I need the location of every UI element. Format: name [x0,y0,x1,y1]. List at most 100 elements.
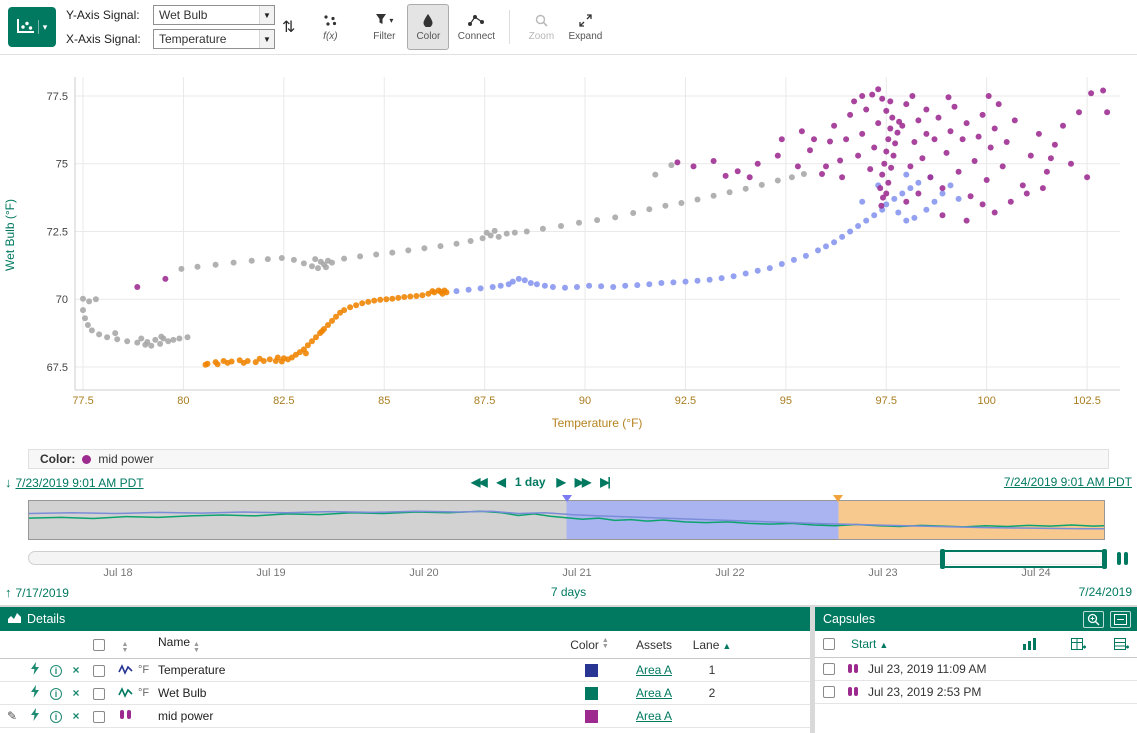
start-column-header[interactable]: Start▲ [851,637,888,651]
capsule-icon [847,663,860,675]
condition-icon [112,708,138,724]
dropdown-arrow-icon: ▼ [259,30,274,48]
capsules-select-all-checkbox[interactable] [823,638,835,650]
assets-column-header[interactable]: Assets [614,638,684,652]
row-checkbox[interactable] [93,688,105,700]
color-swatch[interactable] [585,710,598,723]
add-column-icon[interactable] [1071,638,1086,650]
x-axis-title: Temperature (°F) [552,416,643,430]
display-range-selector[interactable] [941,550,1106,568]
svg-text:87.5: 87.5 [474,395,495,407]
step-back-fast-button[interactable]: ◀◀ [471,475,485,489]
color-column-header[interactable]: Color [570,638,599,652]
sort-name-control[interactable]: ▲▼ [193,642,200,654]
step-to-end-button[interactable]: ▶| [600,475,609,489]
display-start-link[interactable]: 7/23/2019 9:01 AM PDT [16,476,144,490]
row-checkbox[interactable] [93,711,105,723]
bolt-icon[interactable] [24,708,46,724]
info-icon[interactable]: i [50,688,62,700]
connect-button[interactable]: Connect [451,4,501,50]
scatter-plot[interactable]: 67.57072.57577.577.58082.58587.59092.595… [0,55,1137,447]
remove-icon[interactable]: × [66,686,86,700]
investigate-timeline[interactable] [28,500,1105,540]
capsule-icon [847,686,860,698]
asset-link[interactable]: Area A [636,663,672,677]
sort-color-control[interactable]: ▲▼ [602,638,609,652]
step-forward-button[interactable]: ▶ [557,475,564,489]
svg-text:77.5: 77.5 [47,91,68,103]
item-name: mid power [158,709,568,723]
capsule-time-icon[interactable] [1023,638,1037,650]
collapse-panel-button[interactable] [1110,611,1131,628]
capsule-marker-blue[interactable] [562,495,572,502]
scatterplot-icon [17,18,35,37]
y-axis-title: Wet Bulb (°F) [3,199,17,271]
asset-link[interactable]: Area A [636,709,672,723]
x-axis-signal-select[interactable]: Temperature ▼ [153,29,275,49]
range-grip-left[interactable] [940,549,945,569]
magnifier-icon [535,13,548,28]
step-forward-fast-button[interactable]: ▶▶ [575,475,589,489]
bolt-icon[interactable] [24,662,46,678]
investigate-start-link[interactable]: 7/17/2019 [16,586,69,600]
swap-axes-button[interactable]: ⇅ [282,17,295,37]
arrow-up-icon: ↑ [5,585,12,600]
remove-icon[interactable]: × [66,709,86,723]
bolt-icon[interactable] [24,685,46,701]
svg-text:92.5: 92.5 [675,395,696,407]
fx-dots-icon [323,13,337,28]
display-end-link[interactable]: 7/24/2019 9:01 AM PDT [1004,475,1132,489]
remove-icon[interactable]: × [66,663,86,677]
select-all-checkbox[interactable] [93,639,105,651]
info-icon[interactable]: i [50,711,62,723]
timeline-scrollbar[interactable] [28,551,1105,565]
color-legend: Color: mid power [28,449,1109,469]
step-size-label[interactable]: 1 day [515,475,546,489]
x-axis-signal-label: X-Axis Signal: [66,32,148,46]
color-swatch[interactable] [585,687,598,700]
row-checkbox[interactable] [93,665,105,677]
expand-button[interactable]: Expand [564,4,606,50]
investigate-end-link[interactable]: 7/24/2019 [1079,585,1132,599]
display-range-marker[interactable] [833,495,843,502]
capsule-row[interactable]: Jul 23, 2019 2:53 PM [815,681,1137,704]
lane-value: 2 [684,686,740,700]
droplet-icon [423,13,433,28]
lane-column-header[interactable]: Lane [693,638,720,652]
zoom-button: Zoom [520,4,562,50]
edit-icon[interactable]: ✎ [7,709,17,723]
capsules-panel-title: Capsules [823,612,875,626]
color-button[interactable]: Color [407,4,449,50]
sort-asc-icon: ▲ [879,640,888,650]
zoom-to-capsule-button[interactable] [1083,611,1104,628]
name-column-header[interactable]: Name [158,635,190,649]
color-swatch[interactable] [585,664,598,677]
svg-text:90: 90 [579,395,591,407]
scatterplot-view-button[interactable]: ▾ [8,7,56,47]
capsule-checkbox[interactable] [823,663,835,675]
fx-button[interactable]: f(x) [309,4,351,50]
investigate-duration[interactable]: 7 days [551,585,586,599]
funnel-icon [375,13,387,28]
expand-icon [579,13,592,28]
date-tick: Jul 20 [409,567,438,579]
svg-text:82.5: 82.5 [273,395,294,407]
range-grip-right[interactable] [1102,549,1107,569]
sort-type-control[interactable]: ▲▼ [122,642,129,654]
svg-text:97.5: 97.5 [876,395,897,407]
y-axis-signal-select[interactable]: Wet Bulb ▼ [153,5,275,25]
unit-label: °F [138,687,158,699]
date-tick: Jul 22 [715,567,744,579]
step-back-button[interactable]: ◀ [497,475,504,489]
capsule-checkbox[interactable] [823,686,835,698]
timeline-date-axis: Jul 18 Jul 19 Jul 20 Jul 21 Jul 22 Jul 2… [28,567,1105,580]
filter-button[interactable]: ▾ Filter [363,4,405,50]
svg-text:70: 70 [56,294,68,306]
info-icon[interactable]: i [50,665,62,677]
add-property-icon[interactable] [1114,638,1129,650]
capsule-row[interactable]: Jul 23, 2019 11:09 AM [815,658,1137,681]
toolbar-divider [509,10,510,44]
asset-link[interactable]: Area A [636,686,672,700]
snap-to-end-button[interactable] [1112,550,1132,566]
signal-icon [112,686,138,701]
